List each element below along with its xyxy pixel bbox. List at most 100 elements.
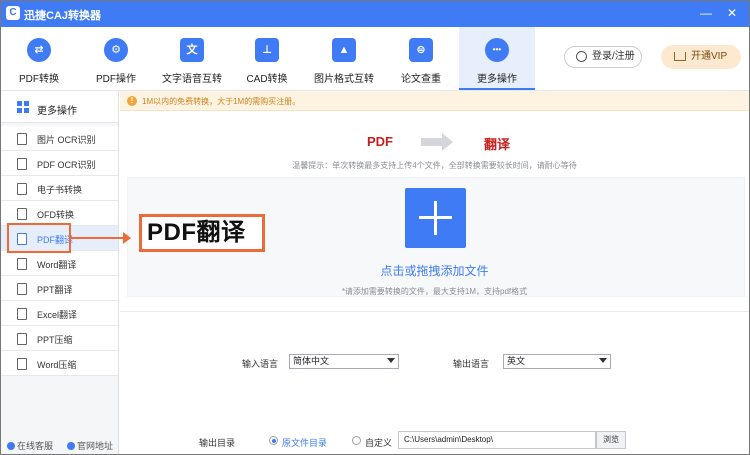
login-label: 登录/注册 [592, 51, 635, 62]
tab-paper-check[interactable]: ⊜ 论文查重 [383, 27, 459, 90]
sidebar-item-label: Word翻译 [37, 260, 77, 270]
sidebar-item-label: 图片 OCR识别 [37, 135, 96, 145]
flow-from-label: PDF [367, 134, 393, 149]
headset-icon [7, 442, 15, 450]
input-language-label: 输入语言 [242, 359, 279, 369]
globe-icon [67, 442, 75, 450]
sidebar-item-image-ocr[interactable]: 图片 OCR识别 [1, 126, 118, 151]
window-title: 迅捷CAJ转换器 [24, 10, 102, 22]
sidebar: 更多操作 图片 OCR识别 PDF OCR识别 电子书转换 OFD转换 PDF翻… [1, 91, 119, 454]
tip-text: 温馨提示：单次转换最多支持上传4个文件，全部转换需要较长时间，请耐心等待 [292, 161, 577, 170]
chevron-down-icon [387, 358, 395, 363]
sidebar-header-label: 更多操作 [37, 106, 77, 117]
sidebar-item-ppt-compress[interactable]: PPT压缩 [1, 326, 118, 351]
flow-arrow-icon [421, 138, 443, 146]
tab-label: 论文查重 [401, 74, 441, 85]
sidebar-item-ebook[interactable]: 电子书转换 [1, 176, 118, 201]
user-icon [576, 51, 587, 62]
radio-original-dir[interactable] [269, 436, 278, 445]
cad-icon: ⊥ [255, 38, 279, 62]
sidebar-item-label: PPT压缩 [37, 335, 73, 345]
gear-icon: ⚙ [104, 38, 128, 62]
pdf-convert-icon: ⇄ [27, 38, 51, 62]
sidebar-item-label: OFD转换 [37, 210, 74, 220]
tab-label: PDF转换 [19, 74, 59, 85]
output-language-select[interactable]: 英文 [503, 354, 611, 369]
online-service-link[interactable]: 在线客服 [7, 439, 53, 452]
app-logo-icon: C [6, 6, 20, 20]
add-file-button[interactable] [405, 188, 466, 248]
website-label: 官网地址 [77, 441, 114, 451]
pdf-ocr-icon [17, 158, 27, 170]
drop-zone-subtext: *请添加需要转换的文件，最大支持1M，支持pdf格式 [341, 287, 528, 296]
tab-label: PDF操作 [96, 74, 136, 85]
notice-bar: ! 1M以内的免费转换，大于1M的需购买注册。 [120, 91, 749, 111]
minimize-button[interactable]: — [699, 6, 713, 20]
sidebar-item-label: Excel翻译 [37, 310, 78, 320]
browse-button[interactable]: 浏览 [596, 431, 626, 449]
word-compress-icon [17, 358, 27, 370]
tab-more[interactable]: ••• 更多操作 [459, 27, 535, 90]
sidebar-item-excel-translate[interactable]: Excel翻译 [1, 301, 118, 326]
flow-arrow-head [442, 133, 453, 151]
app-window: C 迅捷CAJ转换器 — ✕ ⇄ PDF转换 ⚙ PDF操作 文 文字语音互转 … [0, 0, 750, 455]
tab-text-voice[interactable]: 文 文字语音互转 [155, 27, 229, 90]
tab-pdf-convert[interactable]: ⇄ PDF转换 [1, 27, 77, 90]
output-language-label: 输出语言 [453, 359, 490, 369]
paper-check-icon: ⊜ [409, 38, 433, 62]
sidebar-item-ppt-translate[interactable]: PPT翻译 [1, 276, 118, 301]
output-dir-label: 输出目录 [199, 438, 236, 448]
output-language-value: 英文 [507, 356, 526, 366]
sidebar-item-label: PPT翻译 [37, 285, 73, 295]
excel-translate-icon [17, 308, 27, 320]
website-link[interactable]: 官网地址 [67, 439, 113, 452]
tab-image-format[interactable]: ▲ 图片格式互转 [305, 27, 383, 90]
output-path-field[interactable]: C:\Users\admin\Desktop\ [398, 431, 596, 449]
callout-label: PDF翻译 [139, 214, 265, 252]
tab-label: CAD转换 [246, 74, 288, 85]
ofd-icon [17, 208, 27, 220]
chevron-down-icon [599, 358, 607, 363]
vip-button[interactable]: 开通VIP [661, 45, 741, 69]
ppt-translate-icon [17, 283, 27, 295]
plus-icon-vertical [434, 201, 437, 235]
tab-label: 文字语音互转 [162, 74, 222, 85]
warning-icon: ! [127, 96, 137, 106]
sidebar-item-word-compress[interactable]: Word压缩 [1, 351, 118, 376]
image-icon: ▲ [332, 38, 356, 62]
tab-pdf-operations[interactable]: ⚙ PDF操作 [77, 27, 155, 90]
custom-dir-label[interactable]: 自定义 [365, 436, 392, 449]
sidebar-item-label: Word压缩 [37, 360, 77, 370]
tab-label: 图片格式互转 [314, 74, 374, 85]
sidebar-item-label: PDF OCR识别 [37, 160, 96, 170]
ebook-icon [17, 183, 27, 195]
divider [120, 311, 749, 312]
callout-arrow-icon [123, 232, 131, 244]
online-service-label: 在线客服 [17, 441, 54, 451]
sidebar-item-label: 电子书转换 [37, 185, 83, 195]
radio-custom-dir[interactable] [352, 436, 361, 445]
more-icon: ••• [485, 38, 509, 62]
callout-arrow-line [71, 237, 127, 239]
input-language-value: 简体中文 [293, 356, 330, 366]
notice-text: 1M以内的免费转换，大于1M的需购买注册。 [142, 97, 301, 106]
input-language-select[interactable]: 简体中文 [289, 354, 399, 369]
grid-icon [17, 101, 29, 113]
sidebar-header: 更多操作 [1, 91, 118, 123]
tab-label: 更多操作 [477, 74, 517, 85]
word-translate-icon [17, 258, 27, 270]
text-voice-icon: 文 [180, 38, 204, 62]
sidebar-item-pdf-ocr[interactable]: PDF OCR识别 [1, 151, 118, 176]
tab-cad[interactable]: ⊥ CAD转换 [229, 27, 305, 90]
original-dir-label[interactable]: 原文件目录 [282, 436, 327, 449]
main-toolbar: ⇄ PDF转换 ⚙ PDF操作 文 文字语音互转 ⊥ CAD转换 ▲ 图片格式互… [1, 27, 749, 91]
login-button[interactable]: 登录/注册 [564, 46, 642, 68]
title-bar: C 迅捷CAJ转换器 — ✕ [1, 1, 749, 27]
sidebar-item-word-translate[interactable]: Word翻译 [1, 251, 118, 276]
drop-zone-text[interactable]: 点击或拖拽添加文件 [120, 262, 749, 279]
highlight-box [7, 223, 71, 253]
image-ocr-icon [17, 133, 27, 145]
crown-icon [674, 52, 686, 61]
close-button[interactable]: ✕ [725, 6, 739, 20]
vip-label: 开通VIP [691, 51, 728, 62]
